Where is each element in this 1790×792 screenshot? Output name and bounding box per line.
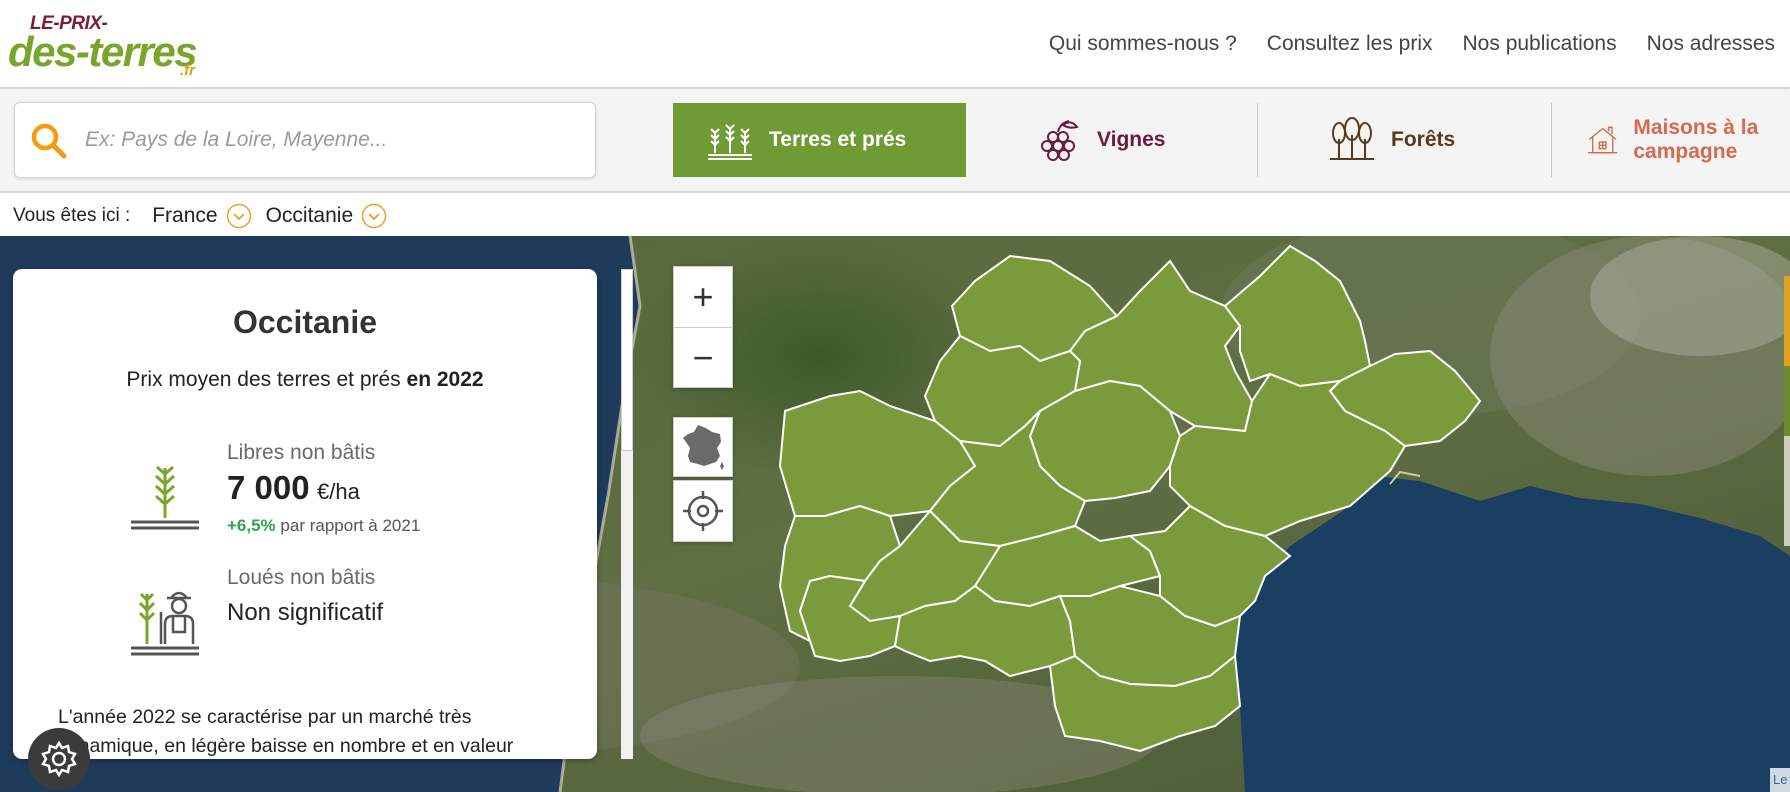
breadcrumb-item-label: France [152,203,218,227]
change-value: +6,5% [227,516,276,535]
subtitle-year: en 2022 [406,368,484,391]
trees-icon [1330,117,1374,160]
tab-terres-et-pres[interactable]: Terres et prés [673,103,966,177]
scrollbar-thumb[interactable] [621,269,633,451]
search-icon[interactable] [29,121,69,161]
main-nav: Qui sommes-nous ? Consultez les prix Nos… [1034,32,1790,56]
map-edge-indicator [1784,276,1790,366]
chevron-down-icon[interactable] [361,203,387,229]
panel-scrollbar[interactable] [621,269,633,759]
stat-value: Non significatif [227,599,384,626]
wheat-icon [131,465,199,530]
nav-consultez-les-prix[interactable]: Consultez les prix [1252,32,1448,56]
chevron-down-icon[interactable] [226,203,252,229]
category-bar: Terres et prés Vignes Forêts [0,91,1790,193]
divider [1257,103,1258,177]
grapes-icon [1041,120,1079,161]
logo-main-text: des-terres [8,28,198,75]
tab-vignes[interactable]: Vignes [1013,103,1253,177]
zoom-control: + − [673,266,733,388]
nav-qui-sommes-nous[interactable]: Qui sommes-nous ? [1034,32,1252,56]
tab-label: Forêts [1391,128,1456,151]
stat-change: +6,5% par rapport à 2021 [227,516,420,536]
site-logo[interactable]: LE-PRIX- des-terres .fr [8,10,208,80]
gear-icon [41,740,77,778]
site-header: LE-PRIX- des-terres .fr Qui sommes-nous … [0,0,1790,89]
tab-maisons-a-la-campagne[interactable]: Maisons à la campagne [1580,103,1790,177]
breadcrumb-item-occitanie[interactable]: Occitanie [266,203,388,229]
tab-label: Terres et prés [769,128,907,151]
settings-button[interactable] [28,728,90,790]
map-attribution[interactable]: Le [1770,768,1790,792]
divider [1551,103,1552,177]
breadcrumb-item-label: Occitanie [265,203,354,227]
map-edge-indicator [1784,436,1790,546]
tab-label: Vignes [1097,128,1166,151]
subtitle-text: Prix moyen des terres et prés [126,368,401,391]
breadcrumb-label: Vous êtes ici : [13,204,131,226]
stat-value: 7 000 [227,469,310,506]
region-info-panel: Occitanie Prix moyen des terres et prés … [13,269,597,759]
breadcrumb-item-france[interactable]: France [152,203,251,229]
locate-me-button[interactable] [673,480,733,542]
panel-subtitle: Prix moyen des terres et prés en 2022 [13,368,597,392]
farmer-wheat-icon [131,591,199,656]
search-input[interactable] [85,117,575,163]
reset-view-button[interactable] [673,417,733,477]
map-edge-indicator [1784,366,1790,436]
region-title: Occitanie [232,304,378,340]
wheat-field-icon [708,124,752,160]
crosshair-icon [683,491,723,531]
breadcrumb: Vous êtes ici : France Occitanie [0,195,1790,236]
logo-suffix: .fr [180,62,195,79]
house-icon [1588,126,1618,154]
nav-nos-publications[interactable]: Nos publications [1448,32,1632,56]
nav-nos-adresses[interactable]: Nos adresses [1632,32,1790,56]
stat-label: Libres non bâtis [227,441,376,464]
stat-unit: €/ha [317,479,360,504]
tab-forets[interactable]: Forêts [1312,103,1542,177]
zoom-in-button[interactable]: + [674,267,732,327]
tab-label: Maisons à la campagne [1633,116,1759,163]
panel-description: L'année 2022 se caractérise par un march… [58,706,514,757]
france-map-icon [683,425,724,470]
change-suffix: par rapport à 2021 [280,516,421,535]
search-box [14,102,596,178]
stat-label: Loués non bâtis [227,566,376,589]
zoom-out-button[interactable]: − [674,327,732,387]
